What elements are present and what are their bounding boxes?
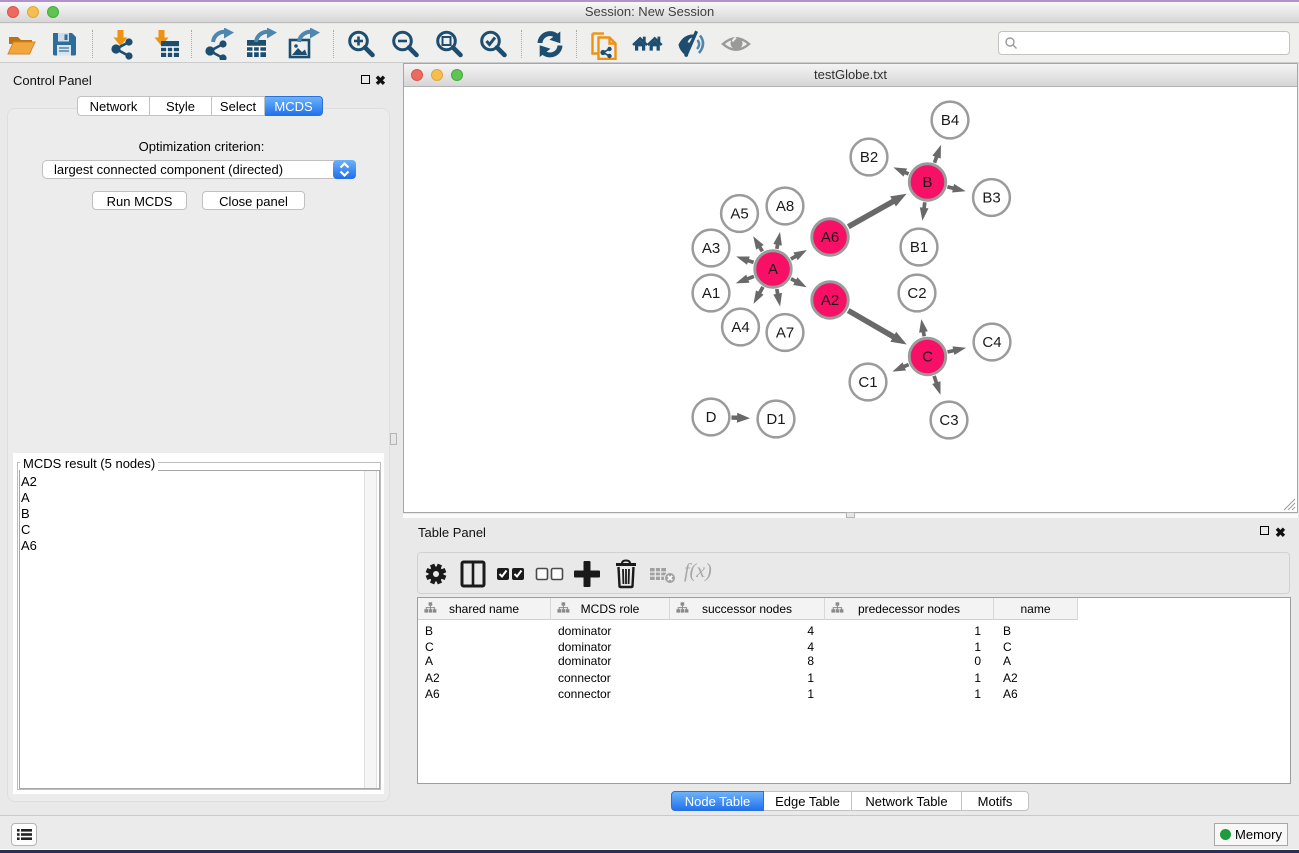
svg-text:A7: A7	[776, 325, 794, 342]
svg-text:D: D	[706, 409, 717, 426]
svg-text:D1: D1	[766, 411, 785, 428]
svg-text:C1: C1	[858, 374, 877, 391]
svg-text:B3: B3	[982, 190, 1000, 207]
svg-text:A2: A2	[821, 292, 839, 309]
svg-text:A4: A4	[731, 319, 749, 336]
svg-text:B: B	[922, 174, 932, 191]
svg-text:A: A	[768, 261, 778, 278]
svg-text:A8: A8	[776, 198, 794, 215]
svg-text:A5: A5	[730, 206, 748, 223]
svg-text:A1: A1	[702, 285, 720, 302]
svg-text:C: C	[922, 349, 933, 366]
svg-text:C4: C4	[982, 334, 1001, 351]
svg-text:A6: A6	[821, 229, 839, 246]
svg-text:C2: C2	[907, 285, 926, 302]
svg-text:C3: C3	[939, 412, 958, 429]
svg-text:A3: A3	[702, 240, 720, 257]
svg-text:B1: B1	[910, 239, 928, 256]
svg-text:B2: B2	[860, 149, 878, 166]
svg-text:B4: B4	[941, 112, 959, 129]
